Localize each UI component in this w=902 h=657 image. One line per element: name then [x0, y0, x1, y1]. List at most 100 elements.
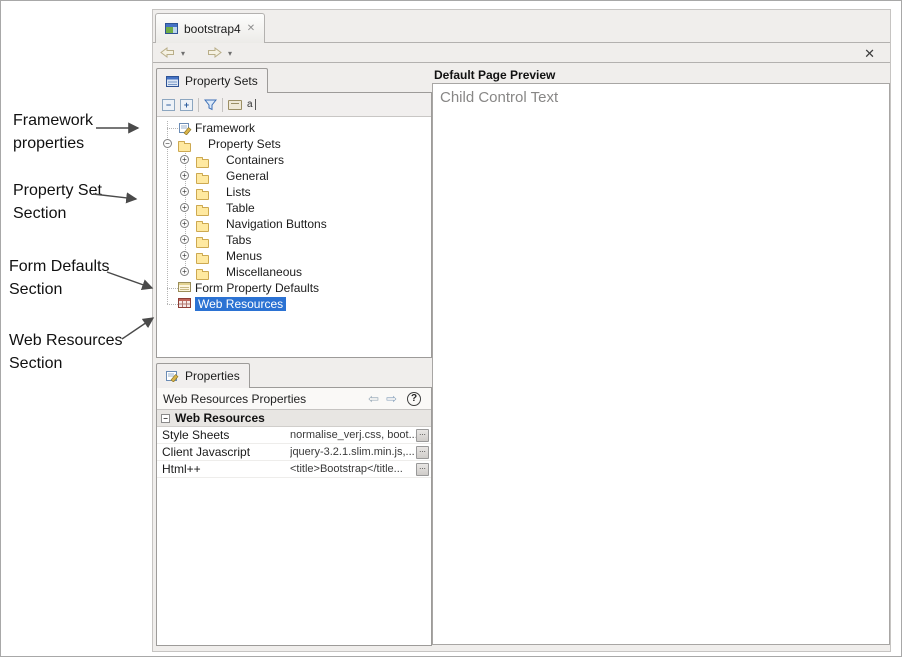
tab-label: Properties	[185, 369, 240, 383]
properties-section-header[interactable]: − Web Resources	[157, 410, 431, 427]
expand-expander-icon[interactable]: +	[180, 267, 189, 276]
property-value[interactable]: <title>Bootstrap</title...	[290, 463, 416, 475]
property-sets-icon	[166, 76, 179, 87]
folder-icon	[196, 255, 209, 264]
tree-item-navigation-buttons[interactable]: + Navigation Buttons	[157, 216, 431, 232]
folder-icon	[196, 175, 209, 184]
property-name: Html++	[157, 462, 290, 476]
tab-close-icon[interactable]: ✕	[247, 23, 255, 34]
tree-item-miscellaneous[interactable]: + Miscellaneous	[157, 264, 431, 280]
open-property-set-icon[interactable]	[228, 100, 242, 110]
expand-expander-icon[interactable]: +	[180, 187, 189, 196]
nav-forward-icon[interactable]	[207, 47, 222, 59]
tree-item-label: Table	[226, 201, 255, 215]
tree-item-label: Containers	[226, 153, 284, 167]
ellipsis-button[interactable]: ...	[416, 429, 429, 442]
tree-item-label: Tabs	[226, 233, 251, 247]
tree-item-label: Menus	[226, 249, 262, 263]
folder-icon	[196, 159, 209, 168]
property-name: Style Sheets	[157, 428, 290, 442]
tab-property-sets[interactable]: Property Sets	[156, 68, 268, 93]
tree-item-label: Property Sets	[208, 137, 281, 151]
collapse-expander-icon[interactable]: −	[163, 139, 172, 148]
folder-icon	[178, 143, 191, 152]
property-row-style-sheets[interactable]: Style Sheets normalise_verj.css, boot...…	[157, 427, 431, 444]
property-name: Client Javascript	[157, 445, 290, 459]
tree-item-form-property-defaults[interactable]: Form Property Defaults	[157, 280, 431, 296]
preview-title: Default Page Preview	[434, 68, 555, 82]
expand-expander-icon[interactable]: +	[180, 251, 189, 260]
tab-label: Property Sets	[185, 74, 258, 88]
expand-expander-icon[interactable]: +	[180, 155, 189, 164]
nav-back-icon[interactable]	[160, 47, 175, 59]
toolbar-separator	[222, 98, 223, 112]
property-value[interactable]: normalise_verj.css, boot...	[290, 429, 416, 441]
property-value[interactable]: jquery-3.2.1.slim.min.js,...	[290, 446, 416, 458]
tree-item-label: Navigation Buttons	[226, 217, 327, 231]
tab-bootstrap4[interactable]: bootstrap4 ✕	[155, 13, 265, 43]
tree-item-table[interactable]: + Table	[157, 200, 431, 216]
tree-item-tabs[interactable]: + Tabs	[157, 232, 431, 248]
help-icon[interactable]: ?	[407, 392, 421, 406]
tree-item-label: Miscellaneous	[226, 265, 302, 279]
tree-item-framework[interactable]: Framework	[157, 120, 431, 136]
tree-item-label: Lists	[226, 185, 251, 199]
property-sets-panel: − + a Framework	[156, 92, 432, 358]
editor-toolbar: ▾ ▾ ✕	[153, 44, 890, 63]
properties-header: Web Resources Properties ⇦ ⇨ ?	[157, 388, 431, 410]
annotation-web-resources-section: Web Resources Section	[9, 329, 141, 375]
folder-icon	[196, 191, 209, 200]
collapse-all-icon[interactable]: −	[162, 99, 175, 111]
forward-arrow-icon[interactable]: ⇨	[386, 391, 397, 407]
property-row-client-javascript[interactable]: Client Javascript jquery-3.2.1.slim.min.…	[157, 444, 431, 461]
section-collapse-icon[interactable]: −	[161, 414, 170, 423]
tree-item-general[interactable]: + General	[157, 168, 431, 184]
tree-item-label: Form Property Defaults	[195, 281, 319, 295]
form-defaults-icon	[178, 282, 191, 296]
expand-expander-icon[interactable]: +	[180, 203, 189, 212]
tree-item-property-sets[interactable]: − Property Sets	[157, 136, 431, 152]
expand-all-icon[interactable]: +	[180, 99, 193, 111]
back-arrow-icon[interactable]: ⇦	[368, 391, 379, 407]
tree-item-containers[interactable]: + Containers	[157, 152, 431, 168]
properties-panel: Web Resources Properties ⇦ ⇨ ? − Web Res…	[156, 387, 432, 646]
tree-toolbar: − + a	[157, 93, 431, 117]
ellipsis-button[interactable]: ...	[416, 446, 429, 459]
folder-icon	[196, 271, 209, 280]
folder-icon	[196, 223, 209, 232]
ellipsis-button[interactable]: ...	[416, 463, 429, 476]
tree-item-lists[interactable]: + Lists	[157, 184, 431, 200]
tab-properties[interactable]: Properties	[156, 363, 250, 388]
folder-icon	[196, 239, 209, 248]
expand-expander-icon[interactable]: +	[180, 219, 189, 228]
property-sets-tree: Framework − Property Sets + Containers +…	[157, 117, 431, 332]
expand-expander-icon[interactable]: +	[180, 235, 189, 244]
toolbar-separator	[198, 98, 199, 112]
close-icon[interactable]: ✕	[864, 46, 875, 62]
annotation-framework-properties: Framework properties	[13, 109, 117, 155]
editor-area: bootstrap4 ✕ ▾ ▾ ✕ Propert	[152, 9, 891, 652]
editor-tab-bar: bootstrap4 ✕	[153, 10, 890, 43]
property-row-html[interactable]: Html++ <title>Bootstrap</title... ...	[157, 461, 431, 478]
annotation-form-defaults-section: Form Defaults Section	[9, 255, 127, 301]
preview-content: Child Control Text	[440, 89, 882, 106]
nav-forward-dropdown-icon[interactable]: ▾	[228, 49, 232, 58]
screenshot-root: Framework properties Property Set Sectio…	[0, 0, 902, 657]
web-resources-icon	[178, 298, 191, 312]
tree-item-label-selected: Web Resources	[195, 297, 286, 311]
form-file-icon	[165, 23, 178, 34]
tab-title: bootstrap4	[184, 22, 241, 36]
tree-item-label: General	[226, 169, 269, 183]
filter-icon[interactable]	[204, 99, 217, 111]
section-title: Web Resources	[175, 411, 265, 425]
nav-back-dropdown-icon[interactable]: ▾	[181, 49, 185, 58]
tree-item-menus[interactable]: + Menus	[157, 248, 431, 264]
show-labels-icon[interactable]: a	[247, 99, 256, 110]
expand-expander-icon[interactable]: +	[180, 171, 189, 180]
properties-header-title: Web Resources Properties	[163, 392, 306, 406]
folder-icon	[196, 207, 209, 216]
annotation-property-set-section: Property Set Section	[13, 179, 117, 225]
properties-icon	[166, 370, 179, 382]
preview-box: Child Control Text	[432, 83, 890, 645]
tree-item-web-resources[interactable]: Web Resources	[157, 296, 431, 312]
